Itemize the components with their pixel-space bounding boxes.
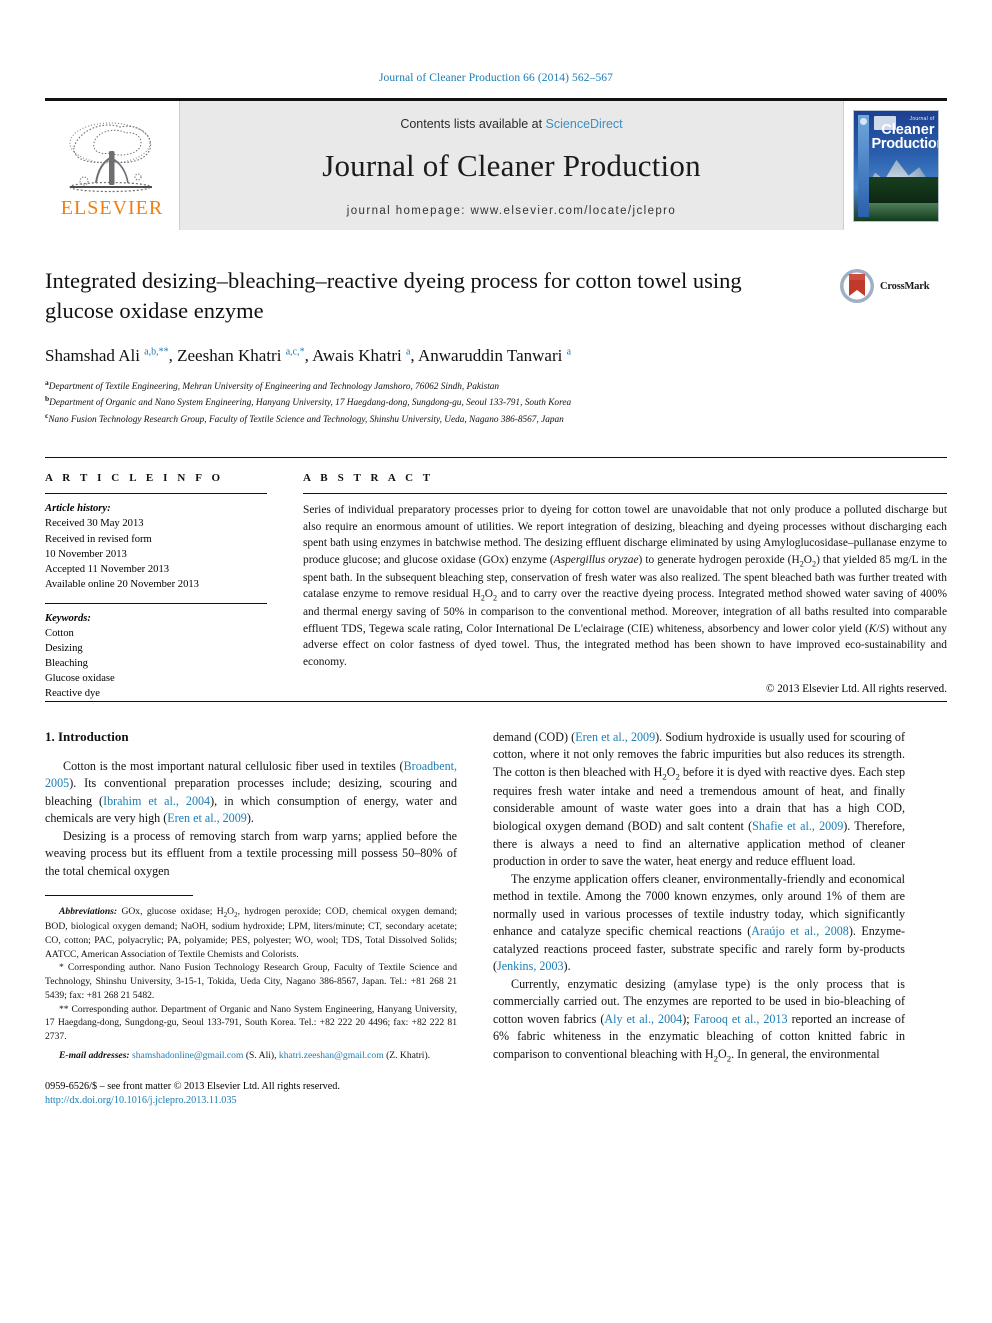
body-paragraph: Currently, enzymatic desizing (amylase t… [493, 976, 905, 1064]
cover-spine [857, 114, 869, 217]
title-block: CrossMark Integrated desizing–bleaching–… [45, 266, 947, 427]
sciencedirect-link[interactable]: ScienceDirect [546, 117, 623, 131]
elsevier-tree-icon [69, 122, 152, 193]
cover-water-art [861, 202, 938, 221]
article-history-item: Available online 20 November 2013 [45, 578, 199, 590]
issn-copyright-line: 0959-6526/$ – see front matter © 2013 El… [45, 1080, 340, 1092]
cover-trees-art [861, 176, 938, 203]
article-history-item: Accepted 11 November 2013 [45, 563, 170, 575]
article-history-item: Received 30 May 2013 [45, 518, 144, 530]
body-paragraph: Cotton is the most important natural cel… [45, 758, 458, 826]
info-abstract-block: A R T I C L E I N F O Article history: R… [45, 457, 947, 700]
abstract-copyright: © 2013 Elsevier Ltd. All rights reserved… [766, 683, 947, 695]
page-title: Integrated desizing–bleaching–reactive d… [45, 268, 742, 324]
body-columns: 1. Introduction Cotton is the most impor… [45, 729, 947, 1108]
email-owner-1: (S. Ali), [245, 1049, 277, 1061]
affiliation-list: aDepartment of Textile Engineering, Mehr… [45, 378, 947, 428]
cover-small-line: Journal of [909, 115, 935, 122]
affiliation-item: aDepartment of Textile Engineering, Mehr… [45, 378, 947, 395]
keywords-group: Keywords: Cotton Desizing Bleaching Gluc… [45, 604, 267, 701]
crossmark-icon [840, 269, 874, 303]
cover-title-text: Journal of Cleaner Production [871, 115, 939, 152]
article-info-heading: A R T I C L E I N F O [45, 472, 224, 485]
running-head: Journal of Cleaner Production 66 (2014) … [378, 72, 614, 84]
journal-homepage-link[interactable]: journal homepage: www.elsevier.com/locat… [347, 205, 676, 217]
article-history-item: Received in revised form [45, 533, 152, 545]
cover-spine-dot [859, 117, 867, 125]
abstract-heading: A B S T R A C T [303, 472, 434, 485]
footnote-corresponding-author-2: ** Corresponding author. Department of O… [45, 1003, 457, 1043]
journal-title: Journal of Cleaner Production [322, 147, 701, 183]
affiliation-text: Department of Organic and Nano System En… [49, 398, 572, 409]
email-link-2[interactable]: khatri.zeeshan@gmail.com [279, 1050, 384, 1061]
affiliation-item: cNano Fusion Technology Research Group, … [45, 411, 947, 428]
body-paragraph: demand (COD) (Eren et al., 2009). Sodium… [493, 729, 906, 869]
journal-cover-cell: Journal of Cleaner Production [843, 101, 947, 230]
email-label: E-mail addresses: [59, 1049, 130, 1061]
paper-page: Journal of Cleaner Production 66 (2014) … [0, 0, 992, 1323]
body-paragraph: Desizing is a process of removing starch… [45, 828, 457, 878]
cover-big-line-1: Cleaner [881, 121, 935, 138]
elsevier-logo: ELSEVIER [45, 101, 180, 230]
affiliation-item: bDepartment of Organic and Nano System E… [45, 394, 947, 411]
affiliation-text: Nano Fusion Technology Research Group, F… [48, 414, 564, 425]
article-history-group: Article history: Received 30 May 2013 Re… [45, 494, 267, 591]
footnote-corresponding-author-1: * Corresponding author. Nano Fusion Tech… [45, 962, 457, 1001]
keyword-item: Glucose oxidase [45, 672, 115, 684]
elsevier-wordmark: ELSEVIER [60, 197, 164, 219]
keyword-item: Bleaching [45, 657, 88, 669]
keyword-item: Reactive dye [45, 687, 101, 699]
body-paragraph: The enzyme application offers cleaner, e… [493, 871, 906, 974]
contents-available-line: Contents lists available at ScienceDirec… [400, 117, 622, 131]
crossmark-badge[interactable]: CrossMark [839, 268, 947, 304]
footnote-email-addresses: E-mail addresses: shamshadonline@gmail.c… [45, 1049, 457, 1063]
doi-link[interactable]: http://dx.doi.org/10.1016/j.jclepro.2013… [45, 1094, 457, 1108]
cover-big-line-2: Production [871, 136, 939, 152]
body-right-column: demand (COD) (Eren et al., 2009). Sodium… [493, 729, 905, 1108]
info-abstract-bottom-rule [45, 700, 947, 702]
keyword-item: Desizing [45, 642, 83, 654]
footnote-abbreviations: Abbreviations: GOx, glucose oxidase; H2O… [45, 905, 457, 960]
keyword-item: Cotton [45, 627, 74, 639]
email-link-1[interactable]: shamshadonline@gmail.com [132, 1050, 243, 1061]
footnote-separator [45, 894, 193, 896]
article-history-label: Article history: [45, 503, 111, 515]
email-owner-2: (Z. Khatri). [386, 1049, 431, 1061]
author-list: Shamshad Ali a,b,**, Zeeshan Khatri a,c,… [45, 345, 572, 365]
journal-masthead: ELSEVIER Contents lists available at Sci… [45, 98, 947, 230]
crossmark-label: CrossMark [880, 280, 930, 292]
keywords-label: Keywords: [45, 612, 91, 624]
masthead-center: Contents lists available at ScienceDirec… [180, 101, 843, 230]
abstract-column: A B S T R A C T Series of individual pre… [283, 458, 947, 700]
article-info-column: A R T I C L E I N F O Article history: R… [45, 458, 283, 700]
affiliation-text: Department of Textile Engineering, Mehra… [48, 381, 500, 392]
colophon: 0959-6526/$ – see front matter © 2013 El… [45, 1080, 457, 1109]
abstract-text: Series of individual preparatory process… [303, 504, 948, 668]
contents-prefix: Contents lists available at [400, 116, 546, 131]
journal-cover-thumbnail: Journal of Cleaner Production [852, 109, 939, 222]
body-left-column: 1. Introduction Cotton is the most impor… [45, 729, 457, 1108]
section-heading-introduction: 1. Introduction [45, 728, 129, 744]
article-history-item: 10 November 2013 [45, 548, 127, 560]
